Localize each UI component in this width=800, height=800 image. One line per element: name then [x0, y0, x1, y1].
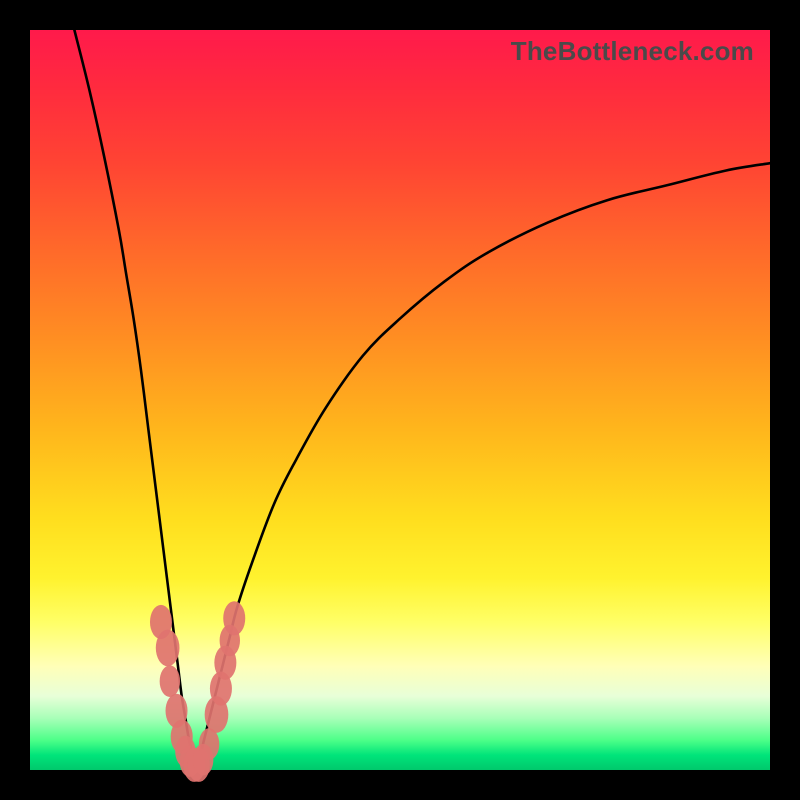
cluster-dot	[199, 728, 219, 760]
cluster-dot	[156, 630, 180, 667]
plot-area: TheBottleneck.com	[30, 30, 770, 770]
cluster-dot	[223, 601, 245, 635]
curve-overlay	[30, 30, 770, 770]
chart-frame: TheBottleneck.com	[0, 0, 800, 800]
left-curve	[74, 30, 196, 770]
cluster-dots	[150, 601, 245, 782]
cluster-dot	[160, 665, 180, 697]
right-curve	[197, 163, 771, 770]
